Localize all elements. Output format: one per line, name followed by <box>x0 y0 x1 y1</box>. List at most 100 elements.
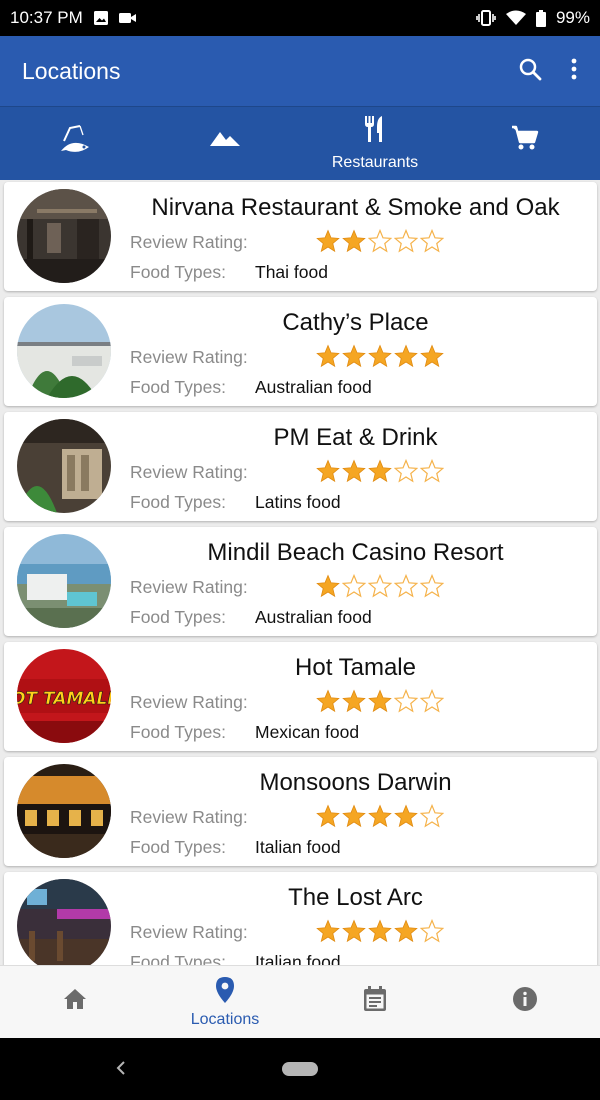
search-icon[interactable] <box>518 57 542 86</box>
star-empty-icon <box>367 228 393 258</box>
star-empty-icon <box>419 688 445 718</box>
star-empty-icon <box>341 573 367 603</box>
tab-restaurants[interactable]: Restaurants <box>300 107 450 180</box>
star-rating <box>316 688 445 718</box>
star-filled-icon <box>342 919 366 948</box>
nav-info[interactable] <box>450 966 600 1038</box>
food-types-label: Food Types: <box>130 952 226 965</box>
page-title: Locations <box>22 57 121 84</box>
star-filled-icon <box>342 804 366 833</box>
star-filled-icon <box>368 804 392 833</box>
star-filled-icon <box>420 344 444 373</box>
star-filled-icon <box>316 919 340 948</box>
star-filled-icon <box>368 919 392 948</box>
star-filled-icon <box>342 229 366 258</box>
star-rating <box>316 458 445 488</box>
vibrate-icon <box>476 10 496 26</box>
star-filled-icon <box>342 459 366 488</box>
system-navigation-bar <box>0 1038 600 1100</box>
tab-shopping[interactable] <box>450 107 600 180</box>
more-vert-icon[interactable] <box>570 57 578 86</box>
restaurant-card[interactable]: HOT TAMALES Hot Tamale Review Rating: Food … <box>4 642 597 751</box>
food-types-label: Food Types: <box>130 492 226 512</box>
star-empty-icon <box>393 688 419 718</box>
restaurant-name: Nirvana Restaurant & Smoke and Oak <box>151 194 560 221</box>
star-filled-icon <box>368 459 392 488</box>
restaurant-card[interactable]: PM Eat & Drink Review Rating: Food Types: L… <box>4 412 597 521</box>
restaurant-name: Hot Tamale <box>295 654 416 681</box>
restaurant-card[interactable]: Nirvana Restaurant & Smoke and Oak Review… <box>4 182 597 291</box>
star-filled-icon <box>316 344 340 373</box>
star-filled-icon <box>394 919 418 948</box>
restaurant-name: Mindil Beach Casino Resort <box>207 539 504 566</box>
food-types-label: Food Types: <box>130 722 226 742</box>
nav-home[interactable] <box>0 966 150 1038</box>
review-rating-label: Review Rating: <box>130 692 248 712</box>
info-icon <box>512 986 538 1017</box>
bottom-navigation: Locations <box>0 965 600 1038</box>
restaurant-name: PM Eat & Drink <box>273 424 438 451</box>
calendar-icon <box>363 985 387 1017</box>
restaurant-card[interactable]: The Lost Arc Review Rating: Food Types: Ita… <box>4 872 597 965</box>
tab-fishing[interactable] <box>0 107 150 180</box>
battery-percent: 99% <box>555 8 590 27</box>
restaurant-photo: HOT TAMALES <box>17 649 111 743</box>
category-tab-bar: Restaurants <box>0 106 600 180</box>
tab-label: Restaurants <box>331 154 419 171</box>
food-types-label: Food Types: <box>130 607 226 627</box>
nav-label: Locations <box>190 1010 260 1028</box>
star-empty-icon <box>419 918 445 948</box>
video-camera-icon <box>118 11 137 25</box>
restaurant-card[interactable]: Mindil Beach Casino Resort Review Rating:… <box>4 527 597 636</box>
star-empty-icon <box>393 228 419 258</box>
restaurant-photo <box>17 534 111 628</box>
food-type-value: Australian food <box>255 377 372 397</box>
food-type-value: Australian food <box>255 607 372 627</box>
tab-outdoors[interactable] <box>150 107 300 180</box>
star-rating <box>316 228 445 258</box>
status-bar: 10:37 PM 99% <box>0 0 600 36</box>
food-types-label: Food Types: <box>130 377 226 397</box>
home-icon <box>62 987 88 1016</box>
restaurant-card[interactable]: Monsoons Darwin Review Rating: Food Types:… <box>4 757 597 866</box>
food-type-value: Thai food <box>255 262 328 282</box>
star-rating <box>316 918 445 948</box>
food-type-value: Italian food <box>255 837 341 857</box>
star-empty-icon <box>419 803 445 833</box>
food-type-value: Italian food <box>255 952 341 965</box>
fishing-icon <box>58 121 92 160</box>
star-empty-icon <box>367 573 393 603</box>
food-type-value: Latins food <box>255 492 341 512</box>
restaurant-name: The Lost Arc <box>288 884 423 911</box>
star-filled-icon <box>342 689 366 718</box>
location-pin-icon <box>215 976 235 1009</box>
restaurant-card[interactable]: Cathy’s Place Review Rating: Food Types: Au… <box>4 297 597 406</box>
restaurant-list[interactable]: Nirvana Restaurant & Smoke and Oak Review… <box>0 180 600 965</box>
star-empty-icon <box>419 228 445 258</box>
app-bar: Locations <box>0 36 600 106</box>
review-rating-label: Review Rating: <box>130 807 248 827</box>
star-filled-icon <box>316 804 340 833</box>
food-types-label: Food Types: <box>130 837 226 857</box>
nav-locations[interactable]: Locations <box>150 966 300 1038</box>
mountain-icon <box>210 128 240 153</box>
review-rating-label: Review Rating: <box>130 462 248 482</box>
review-rating-label: Review Rating: <box>130 922 248 942</box>
star-empty-icon <box>419 573 445 603</box>
star-rating <box>316 803 445 833</box>
star-filled-icon <box>316 689 340 718</box>
home-gesture-pill[interactable] <box>282 1062 318 1076</box>
food-types-label: Food Types: <box>130 262 226 282</box>
food-type-value: Mexican food <box>255 722 360 742</box>
star-empty-icon <box>393 458 419 488</box>
restaurant-name: Monsoons Darwin <box>259 769 452 796</box>
restaurant-photo <box>17 304 111 398</box>
restaurant-photo <box>17 879 111 965</box>
wifi-icon <box>505 10 526 26</box>
nav-events[interactable] <box>300 966 450 1038</box>
svg-text:HOT TAMALES: HOT TAMALES <box>17 689 111 709</box>
back-icon[interactable] <box>113 1056 127 1085</box>
battery-icon <box>535 9 546 27</box>
star-rating <box>316 344 444 373</box>
star-filled-icon <box>342 344 366 373</box>
